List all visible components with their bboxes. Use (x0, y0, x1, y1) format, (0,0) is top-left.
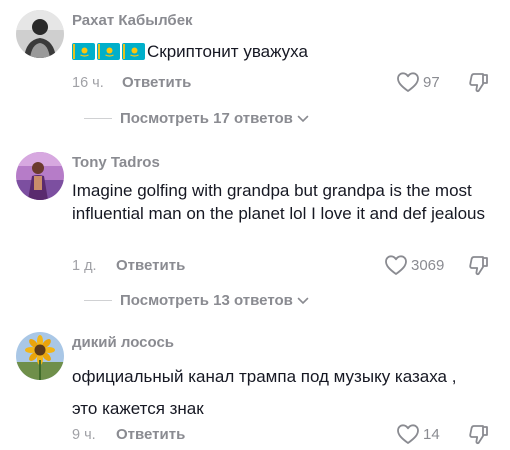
comment-author[interactable]: Tony Tadros (72, 154, 160, 171)
view-replies-button[interactable]: Посмотреть 13 ответов (84, 292, 309, 309)
comment-text: официальный канал трампа под музыку каза… (72, 367, 457, 418)
comment-author[interactable]: дикий лосось (72, 334, 174, 351)
divider-line (84, 118, 112, 119)
comment-text-content: Скриптонит уважуха (147, 42, 308, 61)
like-button[interactable]: 97 (396, 71, 440, 93)
reply-button[interactable]: Ответить (122, 74, 191, 91)
avatar[interactable] (16, 152, 64, 200)
like-count: 14 (423, 425, 440, 443)
comment-timestamp: 1 д. (72, 258, 97, 274)
chevron-down-icon (297, 115, 309, 122)
thumbs-down-outline-icon (469, 256, 488, 276)
like-button[interactable]: 3069 (384, 254, 444, 276)
comment-text: Imagine golfing with grandpa but grandpa… (72, 181, 485, 223)
comment-author[interactable]: Рахат Кабылбек (72, 12, 193, 29)
view-replies-button[interactable]: Посмотреть 17 ответов (84, 110, 309, 127)
comment-timestamp: 16 ч. (72, 75, 104, 91)
view-replies-label: Посмотреть 13 ответов (120, 292, 293, 309)
kazakhstan-flag-icon (122, 43, 145, 66)
heart-outline-icon (397, 424, 419, 444)
divider-line (84, 300, 112, 301)
chevron-down-icon (297, 297, 309, 304)
comment-text: Скриптонит уважуха (72, 40, 510, 66)
dislike-button[interactable] (468, 71, 490, 98)
avatar[interactable] (16, 332, 64, 380)
thumbs-down-outline-icon (469, 425, 488, 445)
heart-outline-icon (397, 72, 419, 92)
like-button[interactable]: 14 (396, 423, 440, 445)
comment-timestamp: 9 ч. (72, 427, 96, 443)
like-count: 97 (423, 73, 440, 91)
reply-button[interactable]: Ответить (116, 426, 185, 443)
like-count: 3069 (411, 256, 445, 274)
view-replies-label: Посмотреть 17 ответов (120, 110, 293, 127)
heart-outline-icon (385, 255, 407, 275)
kazakhstan-flag-icon (97, 43, 120, 66)
thumbs-down-outline-icon (469, 73, 488, 93)
avatar[interactable] (16, 10, 64, 58)
kazakhstan-flag-icon (72, 43, 95, 66)
dislike-button[interactable] (468, 423, 490, 450)
dislike-button[interactable] (468, 254, 490, 281)
reply-button[interactable]: Ответить (116, 257, 185, 274)
